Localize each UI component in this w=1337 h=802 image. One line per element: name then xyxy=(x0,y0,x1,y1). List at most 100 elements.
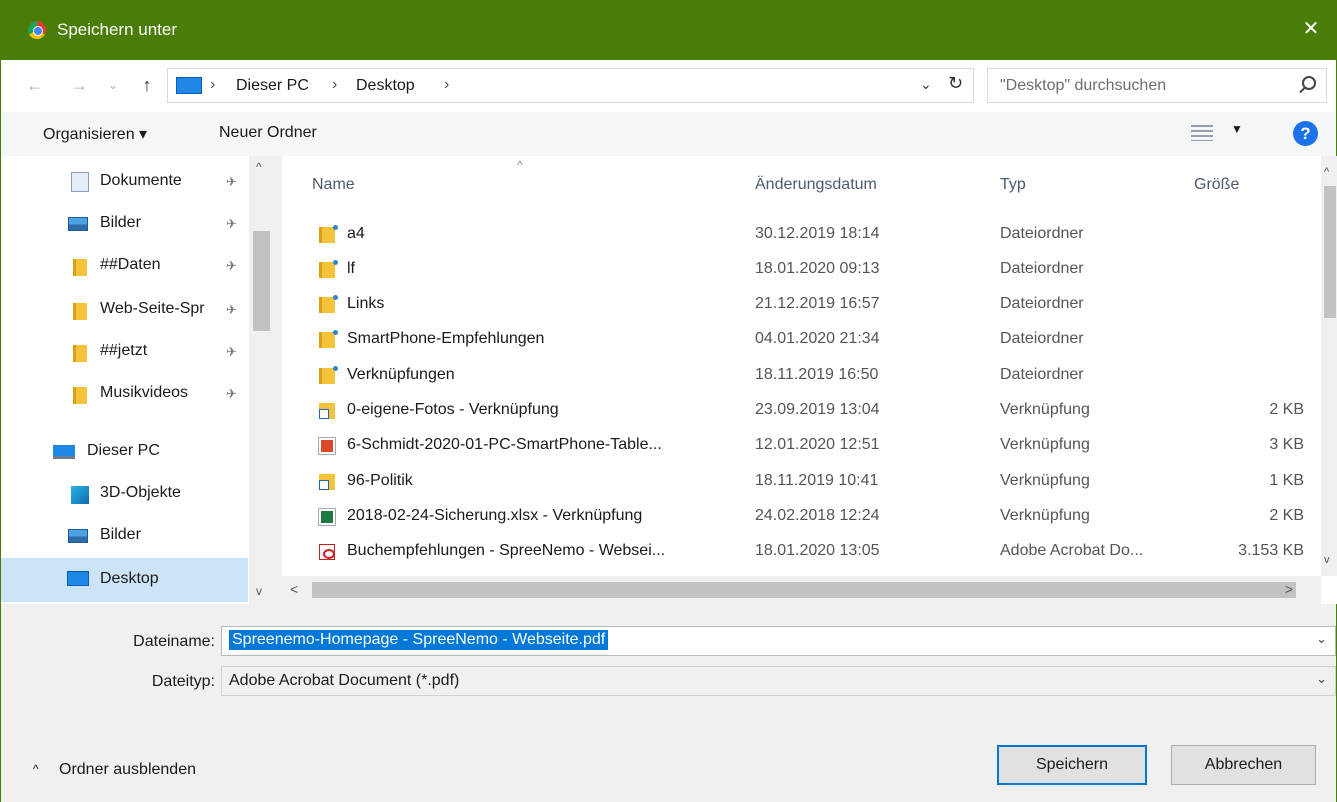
chevron-down-icon[interactable]: ⌄ xyxy=(1316,671,1327,687)
3d-objects-icon xyxy=(71,486,89,504)
table-row[interactable]: a4 30.12.2019 18:14 Dateiordner xyxy=(282,217,1304,252)
nav-item-web-seite[interactable]: Web-Seite-Spr ✈ xyxy=(1,290,248,330)
table-row[interactable]: 0-eigene-Fotos - Verknüpfung 23.09.2019 … xyxy=(282,393,1304,428)
file-date: 24.02.2018 12:24 xyxy=(755,507,880,524)
nav-item-dokumente[interactable]: Dokumente ✈ xyxy=(1,162,248,202)
command-bar: Organisieren ▾ Neuer Ordner ▼ ? xyxy=(1,112,1336,156)
scroll-down-button[interactable]: v xyxy=(1324,554,1330,566)
nav-item-label: Bilder xyxy=(100,526,141,543)
pin-icon[interactable]: ✈ xyxy=(226,174,237,190)
column-header-size[interactable]: Größe xyxy=(1194,176,1239,194)
folder-icon xyxy=(319,366,338,384)
breadcrumb-dieser-pc[interactable]: Dieser PC xyxy=(236,77,309,95)
address-dropdown[interactable]: ⌄ xyxy=(920,76,932,93)
table-row[interactable]: 2018-02-24-Sicherung.xlsx - Verknüpfung … xyxy=(282,499,1304,534)
nav-item-label: Desktop xyxy=(100,570,159,587)
folder-icon xyxy=(319,330,338,348)
scroll-left-button[interactable]: < xyxy=(290,581,298,597)
nav-item-label: ##jetzt xyxy=(100,342,148,359)
nav-item-dieser-pc[interactable]: Dieser PC xyxy=(1,432,248,472)
filetype-select[interactable]: Adobe Acrobat Document (*.pdf) ⌄ xyxy=(221,666,1336,696)
table-row[interactable]: 96-Politik 18.11.2019 10:41 Verknüpfung … xyxy=(282,464,1304,499)
breadcrumb-separator[interactable]: › xyxy=(444,76,449,94)
nav-item-daten[interactable]: ##Daten ✈ xyxy=(1,246,248,286)
pin-icon[interactable]: ✈ xyxy=(226,216,237,232)
nav-item-jetzt[interactable]: ##jetzt ✈ xyxy=(1,332,248,372)
file-date: 18.11.2019 16:50 xyxy=(755,366,879,383)
file-name: Links xyxy=(347,295,385,312)
file-date: 23.09.2019 13:04 xyxy=(755,401,880,418)
scroll-up-button[interactable]: ^ xyxy=(1324,166,1329,178)
nav-pane-scrollbar[interactable]: ^ v xyxy=(249,156,274,604)
scroll-up-button[interactable]: ^ xyxy=(256,160,262,174)
view-dropdown-button[interactable]: ▼ xyxy=(1231,122,1243,136)
chevron-down-icon[interactable]: ⌄ xyxy=(1316,631,1327,647)
address-bar[interactable]: › Dieser PC › Desktop › ⌄ ↻ xyxy=(167,68,974,103)
scrollbar-thumb[interactable] xyxy=(253,231,270,331)
help-icon[interactable]: ? xyxy=(1293,121,1318,146)
navigation-pane: Dokumente ✈ Bilder ✈ ##Daten ✈ Web-Seite… xyxy=(1,156,274,604)
table-row[interactable]: SmartPhone-Empfehlungen 04.01.2020 21:34… xyxy=(282,322,1304,357)
organize-button[interactable]: Organisieren ▾ xyxy=(43,124,147,144)
pin-icon[interactable]: ✈ xyxy=(226,258,237,274)
file-name: a4 xyxy=(347,225,365,242)
column-header-type[interactable]: Typ xyxy=(1000,176,1026,194)
file-name: lf xyxy=(347,260,355,277)
scrollbar-thumb[interactable] xyxy=(312,582,1296,598)
cancel-button[interactable]: Abbrechen xyxy=(1171,745,1316,785)
scroll-right-button[interactable]: > xyxy=(1285,581,1293,597)
table-row[interactable]: Links 21.12.2019 16:57 Dateiordner xyxy=(282,287,1304,322)
this-pc-icon xyxy=(176,77,202,94)
save-button[interactable]: Speichern xyxy=(997,745,1147,785)
up-button[interactable]: ↑ xyxy=(135,72,159,98)
filename-field[interactable]: Spreenemo-Homepage - SpreeNemo - Webseit… xyxy=(221,626,1336,656)
folder-icon xyxy=(319,295,338,313)
column-header-name[interactable]: Name xyxy=(312,176,355,194)
file-list-vertical-scrollbar[interactable]: ^ v xyxy=(1321,156,1337,576)
sort-indicator-icon: ^ xyxy=(517,158,523,172)
breadcrumb-desktop[interactable]: Desktop xyxy=(356,77,415,95)
nav-item-bilder[interactable]: Bilder xyxy=(1,516,248,556)
folder-icon xyxy=(319,225,338,243)
file-type: Dateiordner xyxy=(1000,366,1084,383)
nav-item-label: ##Daten xyxy=(100,256,161,273)
file-list-horizontal-scrollbar[interactable]: < > xyxy=(282,576,1321,604)
nav-item-desktop[interactable]: Desktop xyxy=(1,558,248,602)
recent-locations-button[interactable]: ⌄ xyxy=(101,72,125,98)
folder-icon xyxy=(73,345,87,362)
forward-button[interactable]: → xyxy=(67,72,91,98)
folder-icon xyxy=(73,387,87,404)
file-size: 1 KB xyxy=(1269,472,1304,489)
search-icon[interactable] xyxy=(1302,76,1316,90)
view-options-icon[interactable] xyxy=(1191,125,1213,141)
scroll-down-button[interactable]: v xyxy=(256,584,262,598)
new-folder-button[interactable]: Neuer Ordner xyxy=(219,124,317,142)
file-name: Verknüpfungen xyxy=(347,366,455,383)
nav-item-3d-objekte[interactable]: 3D-Objekte xyxy=(1,474,248,514)
pin-icon[interactable]: ✈ xyxy=(226,302,237,318)
file-type: Dateiordner xyxy=(1000,225,1084,242)
search-box[interactable] xyxy=(987,68,1327,103)
table-row[interactable]: lf 18.01.2020 09:13 Dateiordner xyxy=(282,252,1304,287)
search-input[interactable] xyxy=(998,75,1278,97)
table-row[interactable]: Verknüpfungen 18.11.2019 16:50 Dateiordn… xyxy=(282,358,1304,393)
nav-item-musikvideos[interactable]: Musikvideos ✈ xyxy=(1,374,248,414)
pin-icon[interactable]: ✈ xyxy=(226,344,237,360)
chrome-icon xyxy=(28,21,46,39)
file-type: Verknüpfung xyxy=(1000,436,1090,453)
hide-folders-button[interactable]: Ordner ausblenden xyxy=(59,761,196,779)
table-row[interactable]: Buchempfehlungen - SpreeNemo - Websei...… xyxy=(282,534,1304,569)
nav-item-label: Bilder xyxy=(100,214,141,231)
chevron-up-icon[interactable]: ^ xyxy=(33,762,39,776)
pin-icon[interactable]: ✈ xyxy=(226,386,237,402)
refresh-icon[interactable]: ↻ xyxy=(948,73,963,94)
file-date: 12.01.2020 12:51 xyxy=(755,436,880,453)
close-button[interactable]: ✕ xyxy=(1296,14,1326,44)
nav-item-bilder-pinned[interactable]: Bilder ✈ xyxy=(1,204,248,244)
back-button[interactable]: ← xyxy=(23,72,47,98)
table-row[interactable]: 6-Schmidt-2020-01-PC-SmartPhone-Table...… xyxy=(282,428,1304,463)
column-header-date[interactable]: Änderungsdatum xyxy=(755,176,877,194)
filename-input[interactable]: Spreenemo-Homepage - SpreeNemo - Webseit… xyxy=(229,630,609,650)
file-size: 2 KB xyxy=(1269,507,1304,524)
scrollbar-thumb[interactable] xyxy=(1324,186,1336,318)
